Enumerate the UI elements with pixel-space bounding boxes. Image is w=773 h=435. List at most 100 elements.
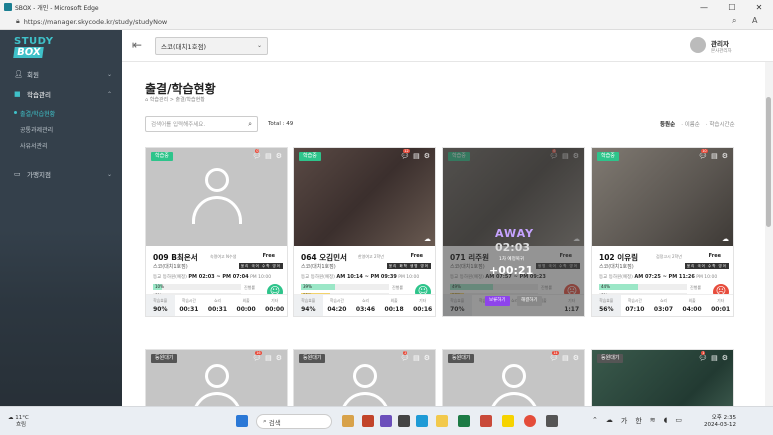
teams-icon[interactable] — [380, 415, 392, 427]
read-aloud-icon[interactable]: A — [752, 16, 757, 25]
chevron-up-icon[interactable]: ⌃ — [592, 416, 598, 426]
search-icon[interactable]: ⌕ — [248, 120, 252, 129]
gear-icon[interactable]: ⚙︎ — [573, 354, 579, 362]
message-icon[interactable]: 💬︎ 14 — [549, 351, 559, 362]
gear-icon[interactable]: ⚙︎ — [722, 354, 728, 362]
kakaotalk-icon[interactable] — [502, 415, 514, 427]
sort-arrival[interactable]: 등원순 — [660, 120, 675, 128]
studybox-logo[interactable]: STUDY BOX — [13, 36, 54, 62]
hold-button[interactable]: 보류하기 — [485, 296, 510, 306]
progress-value: 10% — [155, 284, 164, 289]
sidebar-item-franchise[interactable]: ▭ 가맹지점 ⌄ — [0, 166, 122, 182]
stat-value: 04:20 — [327, 306, 347, 313]
memo-icon[interactable]: ▤ — [265, 152, 272, 160]
sidebar-sub-common-tasks[interactable]: 공통과제관리 — [20, 125, 53, 134]
clock[interactable]: 오후 2:35 2024-03-12 — [704, 415, 736, 429]
start-icon[interactable] — [236, 415, 248, 427]
sidebar-item-member[interactable]: 👤︎ 회원 ⌄ — [0, 66, 122, 82]
search-input[interactable]: 검색어를 입력해주세요. ⌕ — [145, 116, 258, 132]
battery-icon[interactable]: ▭ — [675, 416, 682, 426]
chrome-icon[interactable] — [524, 415, 536, 427]
edge-icon[interactable] — [416, 415, 428, 427]
memo-icon[interactable]: ▤ — [413, 354, 420, 362]
chevron-down-icon: ⌄ — [106, 70, 112, 78]
person-head — [205, 168, 229, 192]
zoom-icon[interactable]: ⌕ — [732, 16, 736, 26]
message-icon[interactable]: 💬︎ 12 — [400, 149, 410, 160]
url-field[interactable]: https://manager.skycode.kr/study/studyNo… — [24, 18, 168, 26]
attendance-end: PM 10:00 — [250, 275, 272, 280]
away-timer: 02:03 — [495, 241, 531, 254]
student-card[interactable]: 등원대기 💬︎ 16 ▤ ⚙︎ — [145, 349, 288, 406]
message-icon[interactable]: 💬︎ 0 — [252, 149, 261, 160]
file-explorer-icon[interactable] — [436, 415, 448, 427]
gear-icon[interactable]: ⚙︎ — [276, 354, 282, 362]
taskbar-search[interactable]: ⌕ 검색 — [256, 414, 332, 429]
stat-value: 90% — [153, 306, 168, 313]
gear-icon[interactable]: ⚙︎ — [424, 152, 430, 160]
gear-icon[interactable]: ⚙︎ — [276, 152, 282, 160]
study-room: 스코(대치1호점) — [599, 264, 634, 270]
message-icon[interactable]: 💬︎ 16 — [252, 351, 262, 362]
student-card[interactable]: 학습중 💬︎ 0 ▤ ⚙︎ 009 B최온서 숙명여고 N수생 Free 스코(대치1호점) 윤리… — [145, 147, 288, 317]
memo-icon[interactable]: ▤ — [265, 354, 272, 362]
close-button[interactable]: ✕ — [745, 0, 773, 14]
memo-icon[interactable]: ▤ — [711, 152, 718, 160]
app-icon[interactable] — [362, 415, 374, 427]
menu-collapse-icon[interactable]: ⇤ — [132, 38, 142, 52]
sort-name[interactable]: · 이름순 — [681, 120, 700, 128]
sidebar-item-study[interactable]: ■ 학습관리 ⌃ — [0, 86, 122, 102]
resolve-button[interactable]: 해결하기 — [517, 296, 542, 306]
page-scrollbar[interactable] — [765, 62, 773, 406]
student-card[interactable]: 등원대기 💬︎ 2 ▤ ⚙︎ — [293, 349, 436, 406]
total-count: Total : 49 — [268, 121, 294, 127]
sidebar-sub-attendance[interactable]: 출결/학습현황 — [13, 109, 55, 118]
scrollbar-thumb[interactable] — [766, 97, 771, 227]
app-icon[interactable] — [398, 415, 410, 427]
away-overlay: AWAY 02:03 1차 예정복귀 +00:21 보류하기 해결하기 — [443, 148, 584, 316]
message-icon[interactable]: 💬︎ 2 — [400, 351, 409, 362]
app-icon[interactable] — [480, 415, 492, 427]
progress-label: 진행률 — [244, 285, 256, 290]
stat-etc: 기타 00:16 — [408, 295, 435, 316]
gear-icon[interactable]: ⚙︎ — [722, 152, 728, 160]
student-school: 한영여고 2학년 — [358, 254, 384, 259]
message-icon[interactable]: 💬︎ 1 — [698, 351, 707, 362]
excel-icon[interactable] — [458, 415, 470, 427]
sort-study-time[interactable]: · 학습시간순 — [706, 120, 735, 128]
memo-icon[interactable]: ▤ — [413, 152, 420, 160]
stat-value: 00:31 — [179, 306, 199, 313]
stat-rest: 쇼리 03:07 — [649, 295, 678, 316]
memo-icon[interactable]: ▤ — [562, 354, 569, 362]
avatar[interactable] — [690, 37, 706, 53]
sidebar-background — [0, 230, 122, 406]
student-card[interactable]: 등원대기 💬︎ 1 ▤ ⚙︎ — [591, 349, 734, 406]
progress-bar: 39% — [301, 284, 389, 290]
student-card[interactable]: 등원대기 💬︎ 14 ▤ ⚙︎ — [442, 349, 585, 406]
card-actions: 💬︎ 2 ▤ ⚙︎ — [400, 351, 430, 362]
wifi-icon[interactable]: ≋ — [650, 416, 656, 426]
taskview-icon[interactable] — [342, 415, 354, 427]
room-select[interactable]: 스코(대치1호점) ⌄ — [155, 37, 268, 55]
progress-bar: 44% — [599, 284, 687, 290]
message-icon[interactable]: 💬︎ 10 — [698, 149, 708, 160]
lock-icon: 🔒︎ — [16, 17, 20, 25]
weather-icon: ☁︎ — [8, 415, 14, 421]
stat-value: 00:00 — [265, 306, 285, 313]
student-card[interactable]: ☁︎ 학습중 💬︎ 10 ▤ ⚙︎ 102 이유림 검정고시 2학년 Free 스코(대치1호점)… — [591, 147, 734, 317]
weather-widget[interactable]: ☁︎ 11°C 흐림 — [8, 415, 29, 429]
maximize-button[interactable]: ☐ — [718, 0, 746, 14]
student-card[interactable]: ☁︎ 학습중 💬︎ 12 ▤ ⚙︎ 064 오김민서 한영여고 2학년 Free 스코(대치1호점… — [293, 147, 436, 317]
address-bar: 🔒︎ https://manager.skycode.kr/study/stud… — [0, 14, 773, 30]
gear-icon[interactable]: ⚙︎ — [424, 354, 430, 362]
sidebar-sub-reason[interactable]: 사유서관리 — [20, 141, 48, 150]
stat-label: 쇼리 — [213, 298, 221, 303]
stat-outing: 외출 00:00 — [232, 295, 261, 316]
plan-type: Free — [410, 253, 423, 259]
app-icon[interactable] — [546, 415, 558, 427]
cloud-icon[interactable]: ☁︎ — [606, 416, 613, 426]
minimize-button[interactable]: — — [690, 0, 718, 14]
volume-icon[interactable]: ◖ — [664, 416, 668, 426]
memo-icon[interactable]: ▤ — [711, 354, 718, 362]
student-card[interactable]: ☁︎학습중💬︎6▤⚙︎071 리주원Free스코(대치1호점)생명 국어 수학 … — [442, 147, 585, 317]
